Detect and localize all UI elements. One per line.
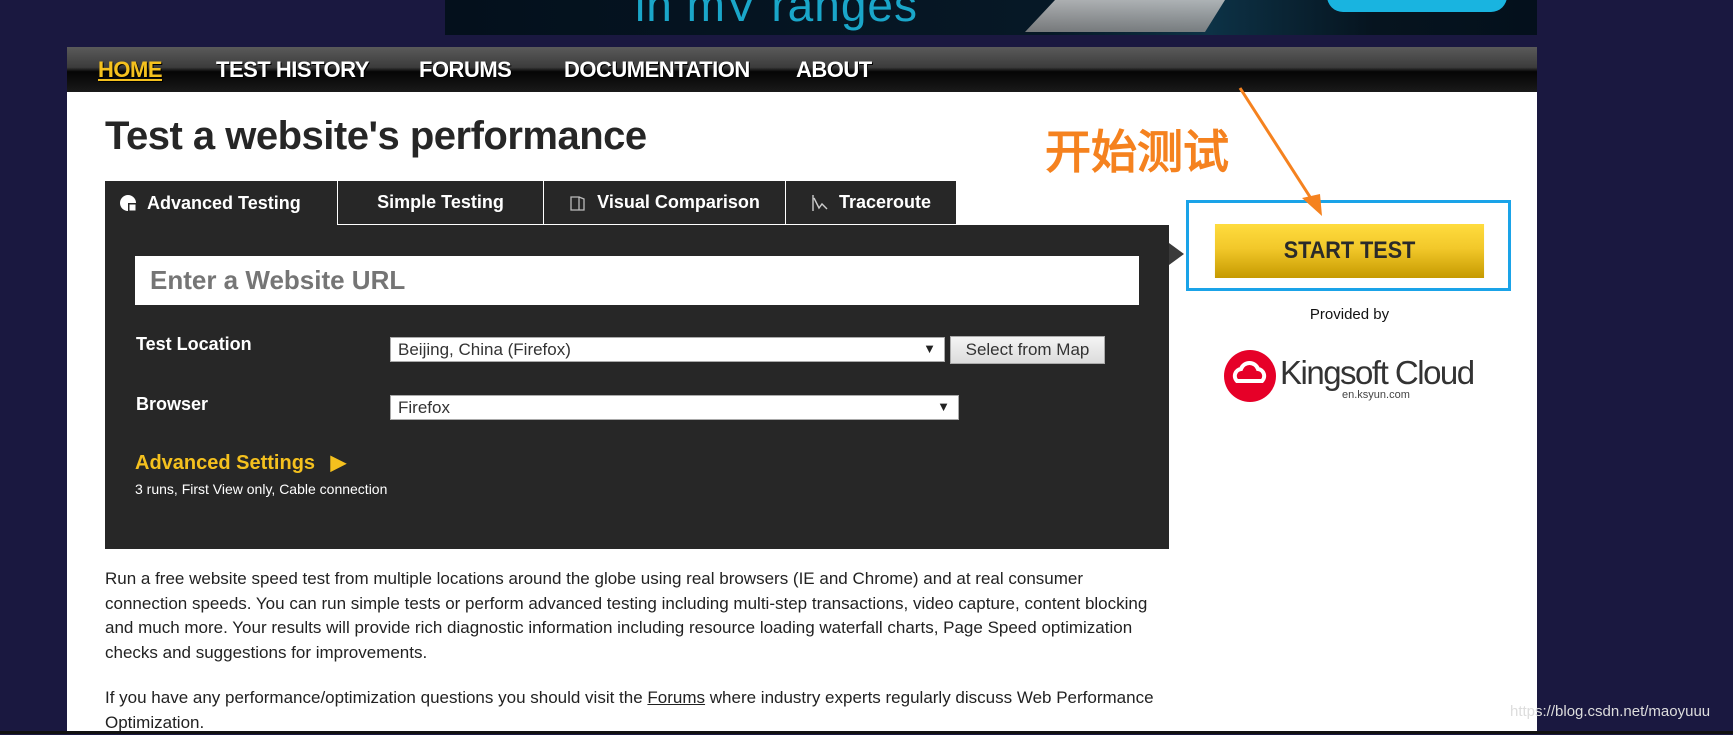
pie-chart-icon (120, 195, 136, 211)
select-value: Beijing, China (Firefox) (398, 340, 571, 359)
documents-icon (570, 195, 585, 211)
banner-text: in mV ranges (635, 0, 919, 31)
tab-label: Visual Comparison (597, 192, 760, 212)
nav-forums[interactable]: FORUMS (419, 57, 512, 83)
nav-test-history[interactable]: TEST HISTORY (216, 57, 369, 83)
url-input[interactable] (135, 256, 1139, 305)
start-test-button[interactable]: START TEST (1214, 224, 1485, 278)
dropdown-arrow-icon: ▼ (923, 341, 936, 356)
text: If you have any performance/optimization… (105, 688, 648, 707)
pointer-arrow-icon (1169, 243, 1184, 265)
tab-label: Advanced Testing (147, 192, 301, 213)
dropdown-arrow-icon: ▼ (937, 399, 950, 414)
ad-banner[interactable]: in mV ranges (445, 0, 1537, 35)
traceroute-icon (812, 194, 828, 211)
watermark: https://blog.csdn.net/maoyuuu (1510, 703, 1711, 720)
tab-simple-testing[interactable]: Simple Testing (337, 181, 543, 225)
advanced-settings-label: Advanced Settings (135, 452, 316, 474)
tab-traceroute[interactable]: Traceroute (785, 181, 957, 225)
tab-label: Simple Testing (377, 192, 504, 212)
banner-image (1025, 0, 1225, 32)
browser-select[interactable]: Firefox ▼ (390, 395, 959, 420)
nav-about[interactable]: ABOUT (796, 57, 872, 83)
banner-button[interactable] (1327, 0, 1507, 12)
provided-by-label: Provided by (1309, 306, 1390, 323)
select-value: Firefox (398, 398, 450, 417)
tab-advanced-testing[interactable]: Advanced Testing (105, 181, 337, 225)
advanced-settings-summary: 3 runs, First View only, Cable connectio… (135, 481, 388, 497)
annotation-label: 开始测试 (1045, 125, 1229, 179)
nav-home[interactable]: HOME (98, 57, 163, 83)
intro-paragraph: Run a free website speed test from multi… (105, 569, 1148, 662)
select-from-map-button[interactable]: Select from Map (950, 336, 1105, 364)
svg-text:Kingsoft Cloud: Kingsoft Cloud (1280, 354, 1474, 391)
page-title: Test a website's performance (105, 114, 647, 158)
test-location-select[interactable]: Beijing, China (Firefox) ▼ (390, 337, 945, 362)
test-location-label: Test Location (136, 334, 252, 354)
nav-documentation[interactable]: DOCUMENTATION (564, 57, 750, 83)
triangle-right-icon: ▶ (330, 452, 346, 474)
svg-text:en.ksyun.com: en.ksyun.com (1342, 389, 1410, 401)
browser-label: Browser (136, 394, 209, 414)
forums-link[interactable]: Forums (647, 688, 705, 707)
advanced-settings-toggle[interactable]: Advanced Settings ▶ (135, 450, 346, 475)
kingsoft-cloud-logo[interactable]: Kingsoft Cloud en.ksyun.com (1222, 348, 1482, 404)
tab-visual-comparison[interactable]: Visual Comparison (543, 181, 785, 225)
main-nav: HOME TEST HISTORY FORUMS DOCUMENTATION A… (67, 47, 1537, 92)
forums-paragraph: If you have any performance/optimization… (105, 686, 1165, 735)
tab-label: Traceroute (838, 192, 932, 212)
